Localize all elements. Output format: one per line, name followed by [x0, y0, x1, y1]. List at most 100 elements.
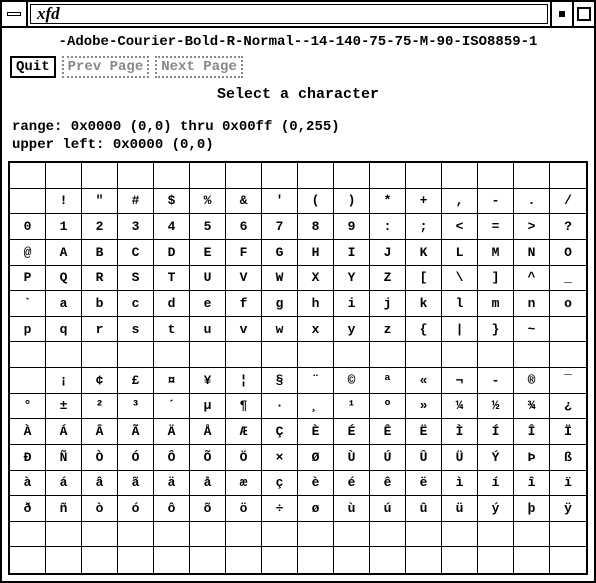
char-cell[interactable]: í: [478, 471, 514, 497]
char-cell[interactable]: .: [514, 189, 550, 215]
char-cell[interactable]: r: [82, 317, 118, 343]
char-cell[interactable]: [10, 368, 46, 394]
char-cell[interactable]: F: [226, 240, 262, 266]
char-cell[interactable]: =: [478, 214, 514, 240]
char-cell[interactable]: ;: [406, 214, 442, 240]
char-cell[interactable]: [118, 342, 154, 368]
char-cell[interactable]: ß: [550, 445, 586, 471]
char-cell[interactable]: m: [478, 291, 514, 317]
char-cell[interactable]: B: [82, 240, 118, 266]
char-cell[interactable]: ª: [370, 368, 406, 394]
char-cell[interactable]: [334, 522, 370, 548]
char-cell[interactable]: [46, 522, 82, 548]
char-cell[interactable]: M: [478, 240, 514, 266]
char-cell[interactable]: [550, 163, 586, 189]
char-cell[interactable]: [478, 163, 514, 189]
char-cell[interactable]: U: [190, 266, 226, 292]
char-cell[interactable]: _: [550, 266, 586, 292]
char-cell[interactable]: (: [298, 189, 334, 215]
char-cell[interactable]: [10, 189, 46, 215]
char-cell[interactable]: £: [118, 368, 154, 394]
char-cell[interactable]: [10, 522, 46, 548]
char-cell[interactable]: [226, 522, 262, 548]
char-cell[interactable]: [190, 522, 226, 548]
char-cell[interactable]: Ë: [406, 419, 442, 445]
char-cell[interactable]: ¯: [550, 368, 586, 394]
char-cell[interactable]: ²: [82, 394, 118, 420]
char-cell[interactable]: Î: [514, 419, 550, 445]
char-cell[interactable]: [118, 163, 154, 189]
char-cell[interactable]: g: [262, 291, 298, 317]
char-cell[interactable]: >: [514, 214, 550, 240]
char-cell[interactable]: ·: [262, 394, 298, 420]
char-cell[interactable]: ­-: [478, 368, 514, 394]
char-cell[interactable]: p: [10, 317, 46, 343]
char-cell[interactable]: [406, 342, 442, 368]
char-cell[interactable]: [514, 522, 550, 548]
char-cell[interactable]: [82, 163, 118, 189]
char-cell[interactable]: Ç: [262, 419, 298, 445]
char-cell[interactable]: [190, 163, 226, 189]
char-cell[interactable]: Ï: [550, 419, 586, 445]
char-cell[interactable]: [10, 547, 46, 573]
char-cell[interactable]: i: [334, 291, 370, 317]
char-cell[interactable]: b: [82, 291, 118, 317]
char-cell[interactable]: }: [478, 317, 514, 343]
char-cell[interactable]: N: [514, 240, 550, 266]
char-cell[interactable]: Þ: [514, 445, 550, 471]
char-cell[interactable]: u: [190, 317, 226, 343]
char-cell[interactable]: [370, 547, 406, 573]
char-cell[interactable]: 0: [10, 214, 46, 240]
char-cell[interactable]: ?: [550, 214, 586, 240]
char-cell[interactable]: V: [226, 266, 262, 292]
char-cell[interactable]: [370, 163, 406, 189]
char-cell[interactable]: [514, 547, 550, 573]
char-cell[interactable]: P: [10, 266, 46, 292]
char-cell[interactable]: á: [46, 471, 82, 497]
char-cell[interactable]: Ô: [154, 445, 190, 471]
char-cell[interactable]: :: [370, 214, 406, 240]
char-cell[interactable]: +: [406, 189, 442, 215]
char-cell[interactable]: ¤: [154, 368, 190, 394]
char-cell[interactable]: H: [298, 240, 334, 266]
char-cell[interactable]: D: [154, 240, 190, 266]
char-cell[interactable]: »: [406, 394, 442, 420]
char-cell[interactable]: Ø: [298, 445, 334, 471]
char-cell[interactable]: ¾: [514, 394, 550, 420]
char-cell[interactable]: ã: [118, 471, 154, 497]
char-cell[interactable]: [550, 547, 586, 573]
char-cell[interactable]: [406, 522, 442, 548]
quit-button[interactable]: Quit: [10, 56, 56, 78]
char-cell[interactable]: ¸: [298, 394, 334, 420]
char-cell[interactable]: T: [154, 266, 190, 292]
char-cell[interactable]: ¶: [226, 394, 262, 420]
char-cell[interactable]: ": [82, 189, 118, 215]
char-cell[interactable]: `: [10, 291, 46, 317]
char-cell[interactable]: G: [262, 240, 298, 266]
char-cell[interactable]: Æ: [226, 419, 262, 445]
char-cell[interactable]: L: [442, 240, 478, 266]
char-cell[interactable]: Ì: [442, 419, 478, 445]
char-cell[interactable]: ±: [46, 394, 82, 420]
char-cell[interactable]: Y: [334, 266, 370, 292]
char-cell[interactable]: À: [10, 419, 46, 445]
char-cell[interactable]: [370, 522, 406, 548]
char-cell[interactable]: ¿: [550, 394, 586, 420]
char-cell[interactable]: ø: [298, 496, 334, 522]
char-cell[interactable]: ]: [478, 266, 514, 292]
char-cell[interactable]: ¡: [46, 368, 82, 394]
char-cell[interactable]: d: [154, 291, 190, 317]
char-cell[interactable]: Q: [46, 266, 82, 292]
char-cell[interactable]: 1: [46, 214, 82, 240]
char-cell[interactable]: j: [370, 291, 406, 317]
char-cell[interactable]: [190, 547, 226, 573]
char-cell[interactable]: $: [154, 189, 190, 215]
char-cell[interactable]: [262, 547, 298, 573]
char-cell[interactable]: ú: [370, 496, 406, 522]
char-cell[interactable]: a: [46, 291, 82, 317]
char-cell[interactable]: Z: [370, 266, 406, 292]
char-cell[interactable]: [406, 163, 442, 189]
char-cell[interactable]: å: [190, 471, 226, 497]
char-cell[interactable]: [262, 522, 298, 548]
char-cell[interactable]: {: [406, 317, 442, 343]
